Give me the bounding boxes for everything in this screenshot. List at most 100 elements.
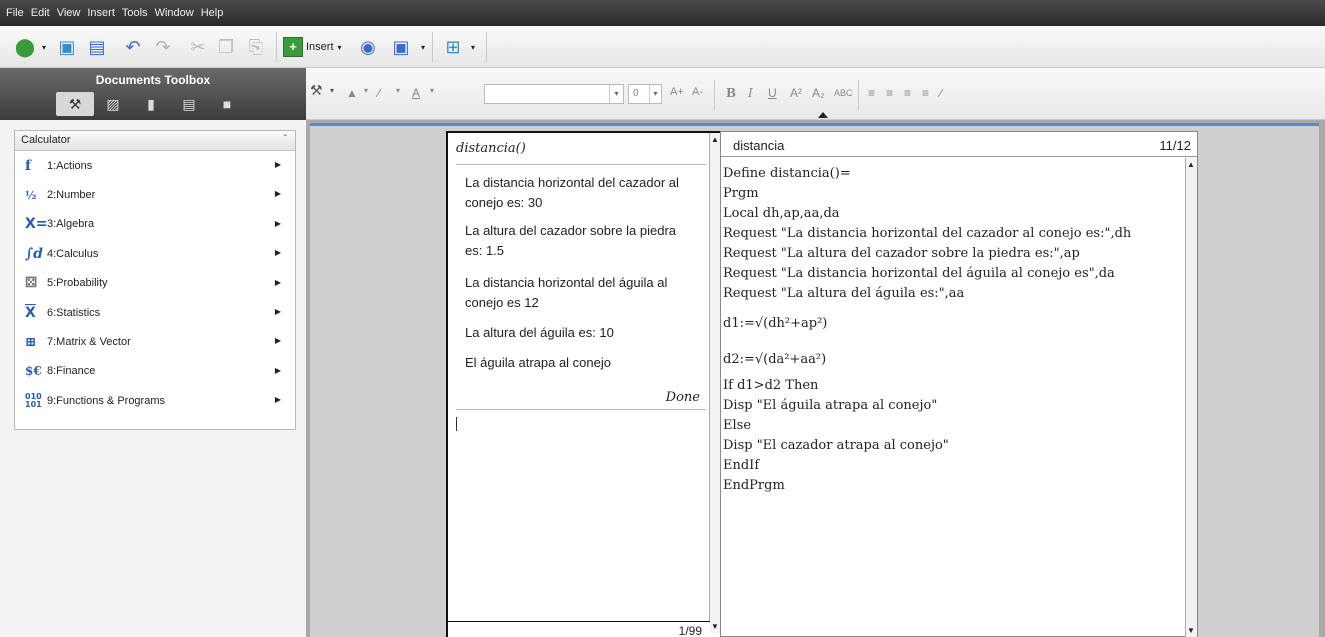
new-document-icon[interactable]: ⬤: [12, 34, 38, 60]
emulator-tab-icon[interactable]: ▮: [132, 92, 170, 116]
menu-view[interactable]: View: [57, 7, 81, 19]
calculator-menu-header[interactable]: Calculator ˆ: [15, 131, 295, 151]
code-line[interactable]: Disp "El cazador atrapa al conejo": [723, 438, 949, 453]
code-line[interactable]: Else: [723, 418, 751, 433]
subscript-icon[interactable]: A₂: [812, 86, 825, 100]
menu-item-probability[interactable]: ⚄ 5:Probability ▶: [15, 269, 295, 298]
editor-scrollbar[interactable]: ▲ ▼: [1185, 158, 1197, 637]
algebra-icon: X=: [25, 216, 48, 233]
font-size-select[interactable]: 0 ▾: [628, 84, 662, 104]
history-input[interactable]: distancia(): [456, 141, 696, 156]
menu-item-statistics[interactable]: X 6:Statistics ▶: [15, 298, 295, 327]
menu-item-number[interactable]: ½ 2:Number ▶: [15, 180, 295, 209]
content-explorer-tab-icon[interactable]: ▤: [170, 92, 208, 116]
menu-edit[interactable]: Edit: [31, 7, 50, 19]
calculator-page[interactable]: distancia() La distancia horizontal del …: [446, 131, 720, 637]
menu-file[interactable]: File: [6, 7, 24, 19]
matrix-icon: ⊞: [25, 334, 36, 350]
open-icon[interactable]: ▣: [54, 34, 80, 60]
underline-icon[interactable]: U: [768, 86, 777, 100]
program-editor[interactable]: distancia 11/12 Define distancia()= Prgm…: [720, 131, 1198, 637]
justify-icon[interactable]: ≡: [922, 86, 929, 100]
code-line[interactable]: Define distancia()=: [723, 166, 851, 181]
tools-dropdown-icon[interactable]: ▾: [330, 86, 334, 95]
history-output: La distancia horizontal del águila al co…: [465, 275, 668, 310]
code-line[interactable]: Request "La altura del cazador sobre la …: [723, 246, 1080, 261]
submenu-arrow-icon: ▶: [274, 336, 281, 346]
text-color-dropdown-icon[interactable]: ▾: [430, 86, 434, 95]
code-line[interactable]: If d1>d2 Then: [723, 378, 818, 393]
menu-item-finance[interactable]: $€ 8:Finance ▶: [15, 357, 295, 386]
scroll-down-icon[interactable]: ▼: [1187, 626, 1195, 635]
save-icon[interactable]: ▤: [84, 34, 110, 60]
menu-item-functions-programs[interactable]: 010 101 9:Functions & Programs ▶: [15, 386, 295, 415]
menu-item-label: 8:Finance: [47, 365, 96, 378]
history-output: La distancia horizontal del cazador al c…: [465, 175, 679, 210]
text-color-icon[interactable]: A: [412, 86, 420, 100]
strikethrough-icon[interactable]: ABC: [834, 88, 853, 98]
insert-button[interactable]: + Insert ▾: [283, 34, 342, 60]
decrease-font-icon[interactable]: A-: [692, 86, 703, 98]
redo-icon[interactable]: ↷: [150, 34, 176, 60]
calculator-status-bar: 1/99: [448, 621, 710, 637]
fill-color-dropdown-icon[interactable]: ▾: [364, 86, 368, 95]
submenu-arrow-icon: ▶: [274, 189, 281, 199]
program-name: distancia: [733, 138, 785, 153]
menu-window[interactable]: Window: [155, 7, 194, 19]
code-line[interactable]: EndIf: [723, 458, 759, 473]
font-family-select[interactable]: ▾: [484, 84, 624, 104]
page-layout-dropdown-icon[interactable]: ▾: [467, 34, 479, 60]
italic-icon[interactable]: I: [748, 86, 753, 100]
documents-toolbox-header: Documents Toolbox ⚒ ▨ ▮ ▤ ■: [0, 68, 306, 120]
undo-icon[interactable]: ↶: [120, 34, 146, 60]
collapse-icon[interactable]: ˆ: [284, 134, 287, 145]
code-line[interactable]: Local dh,ap,aa,da: [723, 206, 840, 221]
clear-format-icon[interactable]: ∕: [940, 86, 942, 100]
align-right-icon[interactable]: ≡: [904, 86, 911, 100]
paste-icon[interactable]: ⎘: [243, 34, 269, 60]
fill-color-icon[interactable]: ▲: [346, 86, 358, 100]
tools-icon[interactable]: ⚒: [310, 82, 323, 99]
code-line[interactable]: EndPrgm: [723, 478, 785, 493]
scroll-down-icon[interactable]: ▼: [711, 622, 719, 631]
bold-icon[interactable]: B: [726, 86, 736, 100]
align-center-icon[interactable]: ≡: [886, 86, 893, 100]
page-sorter-tab-icon[interactable]: ▨: [94, 92, 132, 116]
line-color-icon[interactable]: ∕: [378, 86, 380, 100]
format-toolbar: ⚒ ▾ ▲ ▾ ∕ ▾ A ▾ ▾ 0 ▾ A+ A- B I U A² A₂ …: [306, 68, 1325, 120]
code-line[interactable]: d1:=√(dh²+ap²): [723, 316, 827, 331]
code-line[interactable]: d2:=√(da²+aa²): [723, 352, 826, 367]
finance-icon: $€: [25, 364, 42, 379]
code-line[interactable]: Prgm: [723, 186, 759, 201]
menu-item-label: 1:Actions: [47, 159, 93, 172]
code-line[interactable]: Request "La distancia horizontal del caz…: [723, 226, 1131, 241]
calculator-scrollbar[interactable]: ▲ ▼: [709, 133, 720, 633]
menu-item-calculus[interactable]: ∫d 4:Calculus ▶: [15, 239, 295, 268]
cut-icon[interactable]: ✂: [185, 34, 211, 60]
code-line[interactable]: Disp "El águila atrapa al conejo": [723, 398, 937, 413]
superscript-icon[interactable]: A²: [790, 86, 802, 100]
copy-icon[interactable]: ❐: [213, 34, 239, 60]
menu-item-matrix-vector[interactable]: ⊞ 7:Matrix & Vector ▶: [15, 327, 295, 356]
increase-font-icon[interactable]: A+: [670, 86, 684, 98]
variables-icon[interactable]: ◉: [355, 34, 381, 60]
done-result: Done: [665, 390, 700, 405]
utilities-tab-icon[interactable]: ■: [208, 92, 246, 116]
page-layout-icon[interactable]: ⊞: [440, 34, 466, 60]
new-document-dropdown-icon[interactable]: ▾: [38, 34, 50, 60]
code-line[interactable]: Request "La altura del águila es:",aa: [723, 286, 964, 301]
menu-tools[interactable]: Tools: [122, 7, 148, 19]
scroll-up-icon[interactable]: ▲: [1187, 160, 1195, 169]
screen-capture-icon[interactable]: ▣: [388, 34, 414, 60]
scroll-up-icon[interactable]: ▲: [711, 135, 719, 144]
align-left-icon[interactable]: ≡: [868, 86, 875, 100]
screen-capture-dropdown-icon[interactable]: ▾: [417, 34, 429, 60]
menu-item-actions[interactable]: f 1:Actions ▶: [15, 151, 295, 180]
collapse-toolbar-icon[interactable]: [818, 112, 828, 118]
menu-insert[interactable]: Insert: [87, 7, 115, 19]
menu-help[interactable]: Help: [201, 7, 224, 19]
menu-item-algebra[interactable]: X= 3:Algebra ▶: [15, 210, 295, 239]
line-color-dropdown-icon[interactable]: ▾: [396, 86, 400, 95]
code-line[interactable]: Request "La distancia horizontal del águ…: [723, 266, 1115, 281]
document-tools-tab-icon[interactable]: ⚒: [56, 92, 94, 116]
